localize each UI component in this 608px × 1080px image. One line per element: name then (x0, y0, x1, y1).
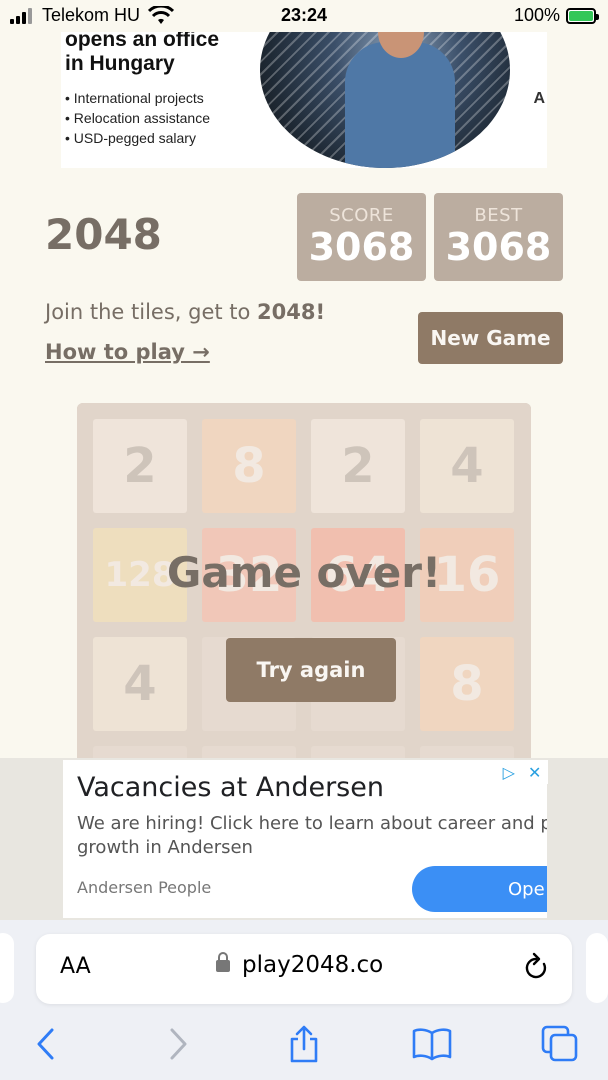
ad-choices-icon[interactable]: ▷ (503, 763, 515, 782)
battery-status: 100% (513, 5, 599, 26)
text-size-button[interactable]: AA (60, 954, 91, 979)
game-over-message: Game over! (166, 548, 442, 597)
url-text[interactable]: play2048.co (242, 952, 383, 978)
ad-bullet: • Relocation assistance (65, 110, 210, 126)
share-icon[interactable] (282, 1022, 326, 1066)
bookmarks-icon[interactable] (410, 1022, 454, 1066)
game-title: 2048 (45, 210, 162, 259)
ad-body: We are hiring! Click here to learn about… (77, 813, 547, 858)
intro-text: Join the tiles, get to 2048! (45, 300, 326, 324)
score-label: SCORE (329, 205, 394, 226)
best-label: BEST (474, 205, 523, 226)
score-box: SCORE 3068 (297, 193, 426, 281)
ad-choices-badge[interactable]: ▷ ✕ (496, 760, 548, 784)
back-icon[interactable] (24, 1022, 68, 1066)
ad-open-button[interactable]: Ope (412, 866, 547, 912)
previous-tab-peek[interactable] (0, 933, 14, 1003)
ad-source: Andersen People (77, 878, 212, 897)
ad-headline: opens an office in Hungary (65, 32, 220, 75)
ad-close-icon[interactable]: ✕ (528, 763, 541, 782)
ad-side-letter: A (533, 90, 545, 107)
best-box: BEST 3068 (434, 193, 563, 281)
lock-icon (216, 952, 230, 972)
best-value: 3068 (445, 225, 552, 269)
how-to-play-link[interactable]: How to play → (45, 340, 210, 364)
battery-percent: 100% (513, 5, 560, 25)
reload-icon[interactable] (522, 952, 550, 984)
ad-bullet: • International projects (65, 90, 204, 106)
ad-headline: Vacancies at Andersen (77, 772, 384, 803)
forward-icon[interactable] (156, 1022, 200, 1066)
address-bar[interactable]: AA play2048.co (36, 934, 572, 1004)
status-bar: Telekom HU 23:24 100% (0, 0, 608, 32)
bottom-advertisement[interactable]: Vacancies at Andersen We are hiring! Cli… (63, 760, 547, 918)
new-game-button[interactable]: New Game (418, 312, 563, 364)
ad-photo (260, 32, 510, 168)
next-tab-peek[interactable] (586, 933, 608, 1003)
ad-bullet: • USD-pegged salary (65, 130, 196, 146)
tabs-icon[interactable] (538, 1022, 582, 1066)
score-value: 3068 (308, 225, 415, 269)
top-advertisement[interactable]: opens an office in Hungary • Internation… (61, 32, 547, 168)
battery-icon (566, 7, 599, 24)
ad-bullets: • International projects • Relocation as… (65, 88, 210, 148)
try-again-button[interactable]: Try again (226, 638, 396, 702)
